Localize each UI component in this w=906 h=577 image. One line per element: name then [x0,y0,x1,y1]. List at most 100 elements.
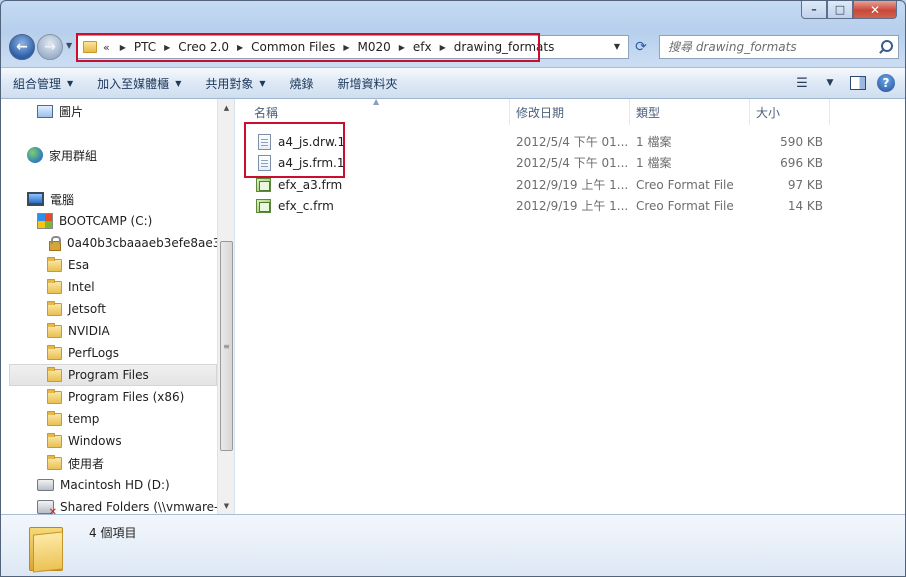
sidebar-scrollbar[interactable]: ▲ ≡ ▼ [217,99,234,514]
caption-buttons: – □ ✕ [801,1,897,19]
breadcrumb-item[interactable]: Creo 2.0 [178,40,229,54]
content-area: 圖片 家用群組 電腦 BOOTCAMP (C:) 0a40b3cbaaaeb3e… [1,97,905,514]
scrollbar-thumb[interactable]: ≡ [220,241,233,451]
sidebar-item-macintosh-hd[interactable]: Macintosh HD (D:) [37,474,170,496]
breadcrumb-item-current[interactable]: drawing_formats [454,40,555,54]
folder-icon [47,256,62,272]
column-header-name[interactable]: 名稱 ▲ [236,97,510,125]
file-name: efx_c.frm [278,198,334,213]
refresh-icon: ⟳ [635,39,647,55]
address-dropdown-icon[interactable]: ▼ [614,42,620,51]
details-pane: 4 個項目 [1,514,905,576]
scroll-down-icon[interactable]: ▼ [218,497,234,514]
sidebar-item-label: 圖片 [59,104,84,119]
share-with-label: 共用對象 [205,76,254,91]
view-controls: ☰ ▼ ? [785,72,897,94]
column-header-label: 修改日期 [516,105,565,120]
column-header-label: 名稱 [254,105,279,120]
address-folder-icon [83,41,97,53]
view-options-dropdown-icon[interactable]: ▼ [819,72,841,94]
sidebar-item-homegroup[interactable]: 家用群組 [27,144,97,166]
breadcrumb-item[interactable]: M020 [357,40,390,54]
search-input[interactable] [660,40,876,54]
change-view-icon[interactable]: ☰ [791,72,813,94]
file-name-cell: a4_js.drw.1 [258,131,345,152]
chevron-right-icon[interactable]: ▶ [399,43,405,52]
sidebar-item-jetsoft[interactable]: Jetsoft [47,298,106,320]
close-button[interactable]: ✕ [853,1,897,19]
sidebar-item-label: 使用者 [68,456,105,471]
scroll-up-icon[interactable]: ▲ [218,99,234,116]
breadcrumb-item[interactable]: Common Files [251,40,335,54]
chevron-down-icon: ▼ [259,78,266,88]
sidebar-item-esa[interactable]: Esa [47,254,89,276]
sidebar-item-perflogs[interactable]: PerfLogs [47,342,119,364]
preview-pane-button[interactable] [847,72,869,94]
sidebar-item-hash-folder[interactable]: 0a40b3cbaaaeb3efe8ae31 [47,232,228,254]
help-button[interactable]: ? [875,72,897,94]
add-to-library-button[interactable]: 加入至媒體櫃 ▼ [85,71,193,95]
back-button[interactable]: ← [9,34,35,60]
sidebar-item-label: Macintosh HD (D:) [60,478,170,492]
recent-pages-dropdown[interactable]: ▼ [66,41,72,50]
table-row[interactable]: a4_js.frm.1 2012/5/4 下午 01... 1 檔案 696 K… [236,152,905,173]
sidebar-item-bootcamp[interactable]: BOOTCAMP (C:) [37,210,152,232]
folder-icon [47,410,62,426]
chevron-right-icon[interactable]: ▶ [237,43,243,52]
navigation-bar: ← → ▼ « ▶ PTC ▶ Creo 2.0 ▶ Common Files … [1,33,905,62]
chevron-right-icon[interactable]: ▶ [440,43,446,52]
creo-format-icon [256,198,271,213]
search-box [659,35,899,59]
sidebar-item-program-files-x86[interactable]: Program Files (x86) [47,386,184,408]
table-row[interactable]: a4_js.drw.1 2012/5/4 下午 01... 1 檔案 590 K… [236,131,905,152]
refresh-button[interactable]: ⟳ [629,35,653,59]
file-size: 590 KB [780,134,823,149]
forward-button[interactable]: → [37,34,63,60]
sidebar-item-shared-folders[interactable]: Shared Folders (\\vmware-host [37,496,234,514]
breadcrumb-item[interactable]: PTC [134,40,156,54]
breadcrumb: « ▶ PTC ▶ Creo 2.0 ▶ Common Files ▶ M020… [103,40,554,54]
new-folder-button[interactable]: 新增資料夾 [326,71,410,95]
search-icon[interactable] [876,38,894,56]
sidebar-item-windows[interactable]: Windows [47,430,122,452]
folder-icon [47,300,62,316]
sidebar-item-label: PerfLogs [68,346,120,360]
column-header-size[interactable]: 大小 [750,99,830,125]
burn-button[interactable]: 燒錄 [278,71,326,95]
sidebar-item-temp[interactable]: temp [47,408,99,430]
column-header-type[interactable]: 類型 [630,99,750,125]
maximize-button[interactable]: □ [827,1,853,19]
sidebar-item-pictures[interactable]: 圖片 [37,100,83,122]
column-header-label: 大小 [756,105,781,120]
chevron-right-icon[interactable]: ▶ [343,43,349,52]
column-header-modified[interactable]: 修改日期 [510,99,630,125]
file-size: 696 KB [780,155,823,170]
chevron-right-icon[interactable]: ▶ [164,43,170,52]
preview-pane-icon [850,76,866,90]
item-count: 4 個項目 [89,526,137,540]
sidebar-item-computer[interactable]: 電腦 [27,188,74,210]
chevron-right-icon[interactable]: ▶ [120,43,126,52]
table-row[interactable]: efx_a3.frm 2012/9/19 上午 1... Creo Format… [236,174,905,195]
sidebar-item-program-files[interactable]: Program Files [9,364,217,386]
share-with-button[interactable]: 共用對象 ▼ [193,71,277,95]
file-modified: 2012/9/19 上午 1... [516,178,629,192]
sidebar-item-users[interactable]: 使用者 [47,452,104,474]
sidebar-item-intel[interactable]: Intel [47,276,95,298]
forward-arrow-icon: → [44,39,56,55]
sidebar-item-label: 電腦 [50,192,75,207]
creo-format-icon [256,177,271,192]
minimize-button[interactable]: – [801,1,827,19]
breadcrumb-item[interactable]: efx [413,40,432,54]
sidebar-item-label: temp [68,412,100,426]
help-icon: ? [877,74,895,92]
document-icon [258,154,271,171]
sidebar-item-label: 0a40b3cbaaaeb3efe8ae31 [67,236,229,250]
organize-button[interactable]: 組合管理 ▼ [1,71,85,95]
table-row[interactable]: efx_c.frm 2012/9/19 上午 1... Creo Format … [236,195,905,216]
folder-icon [47,388,62,404]
address-bar[interactable]: « ▶ PTC ▶ Creo 2.0 ▶ Common Files ▶ M020… [76,35,629,59]
breadcrumb-overflow[interactable]: « [103,41,110,54]
file-modified: 2012/9/19 上午 1... [516,199,629,213]
sidebar-item-nvidia[interactable]: NVIDIA [47,320,110,342]
